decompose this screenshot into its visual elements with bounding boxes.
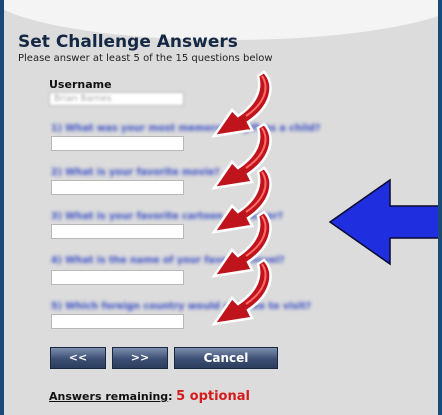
- answers-remaining-value: 5 optional: [176, 389, 250, 404]
- page-frame: Set Challenge Answers Please answer at l…: [4, 0, 438, 415]
- cancel-button[interactable]: Cancel: [174, 347, 278, 369]
- answer-2-input[interactable]: [51, 180, 184, 195]
- page-subtitle: Please answer at least 5 of the 15 quest…: [18, 53, 273, 64]
- red-curved-arrow-icon: [211, 258, 272, 326]
- answer-4-input[interactable]: [51, 270, 184, 285]
- answer-1-input[interactable]: [51, 136, 184, 151]
- answers-remaining-label: Answers remaining: [49, 390, 169, 403]
- answer-5-input[interactable]: [51, 314, 184, 329]
- answer-3-input[interactable]: [51, 224, 184, 239]
- blue-left-arrow-icon: [328, 178, 438, 266]
- answers-remaining-colon: :: [168, 390, 173, 403]
- username-label: Username: [49, 78, 112, 91]
- previous-button[interactable]: <<: [50, 347, 106, 369]
- username-field[interactable]: Brian Barnes: [49, 92, 184, 106]
- next-button[interactable]: >>: [112, 347, 168, 369]
- page-title: Set Challenge Answers: [18, 32, 238, 52]
- answers-remaining: Answers remaining: 5 optional: [49, 389, 250, 404]
